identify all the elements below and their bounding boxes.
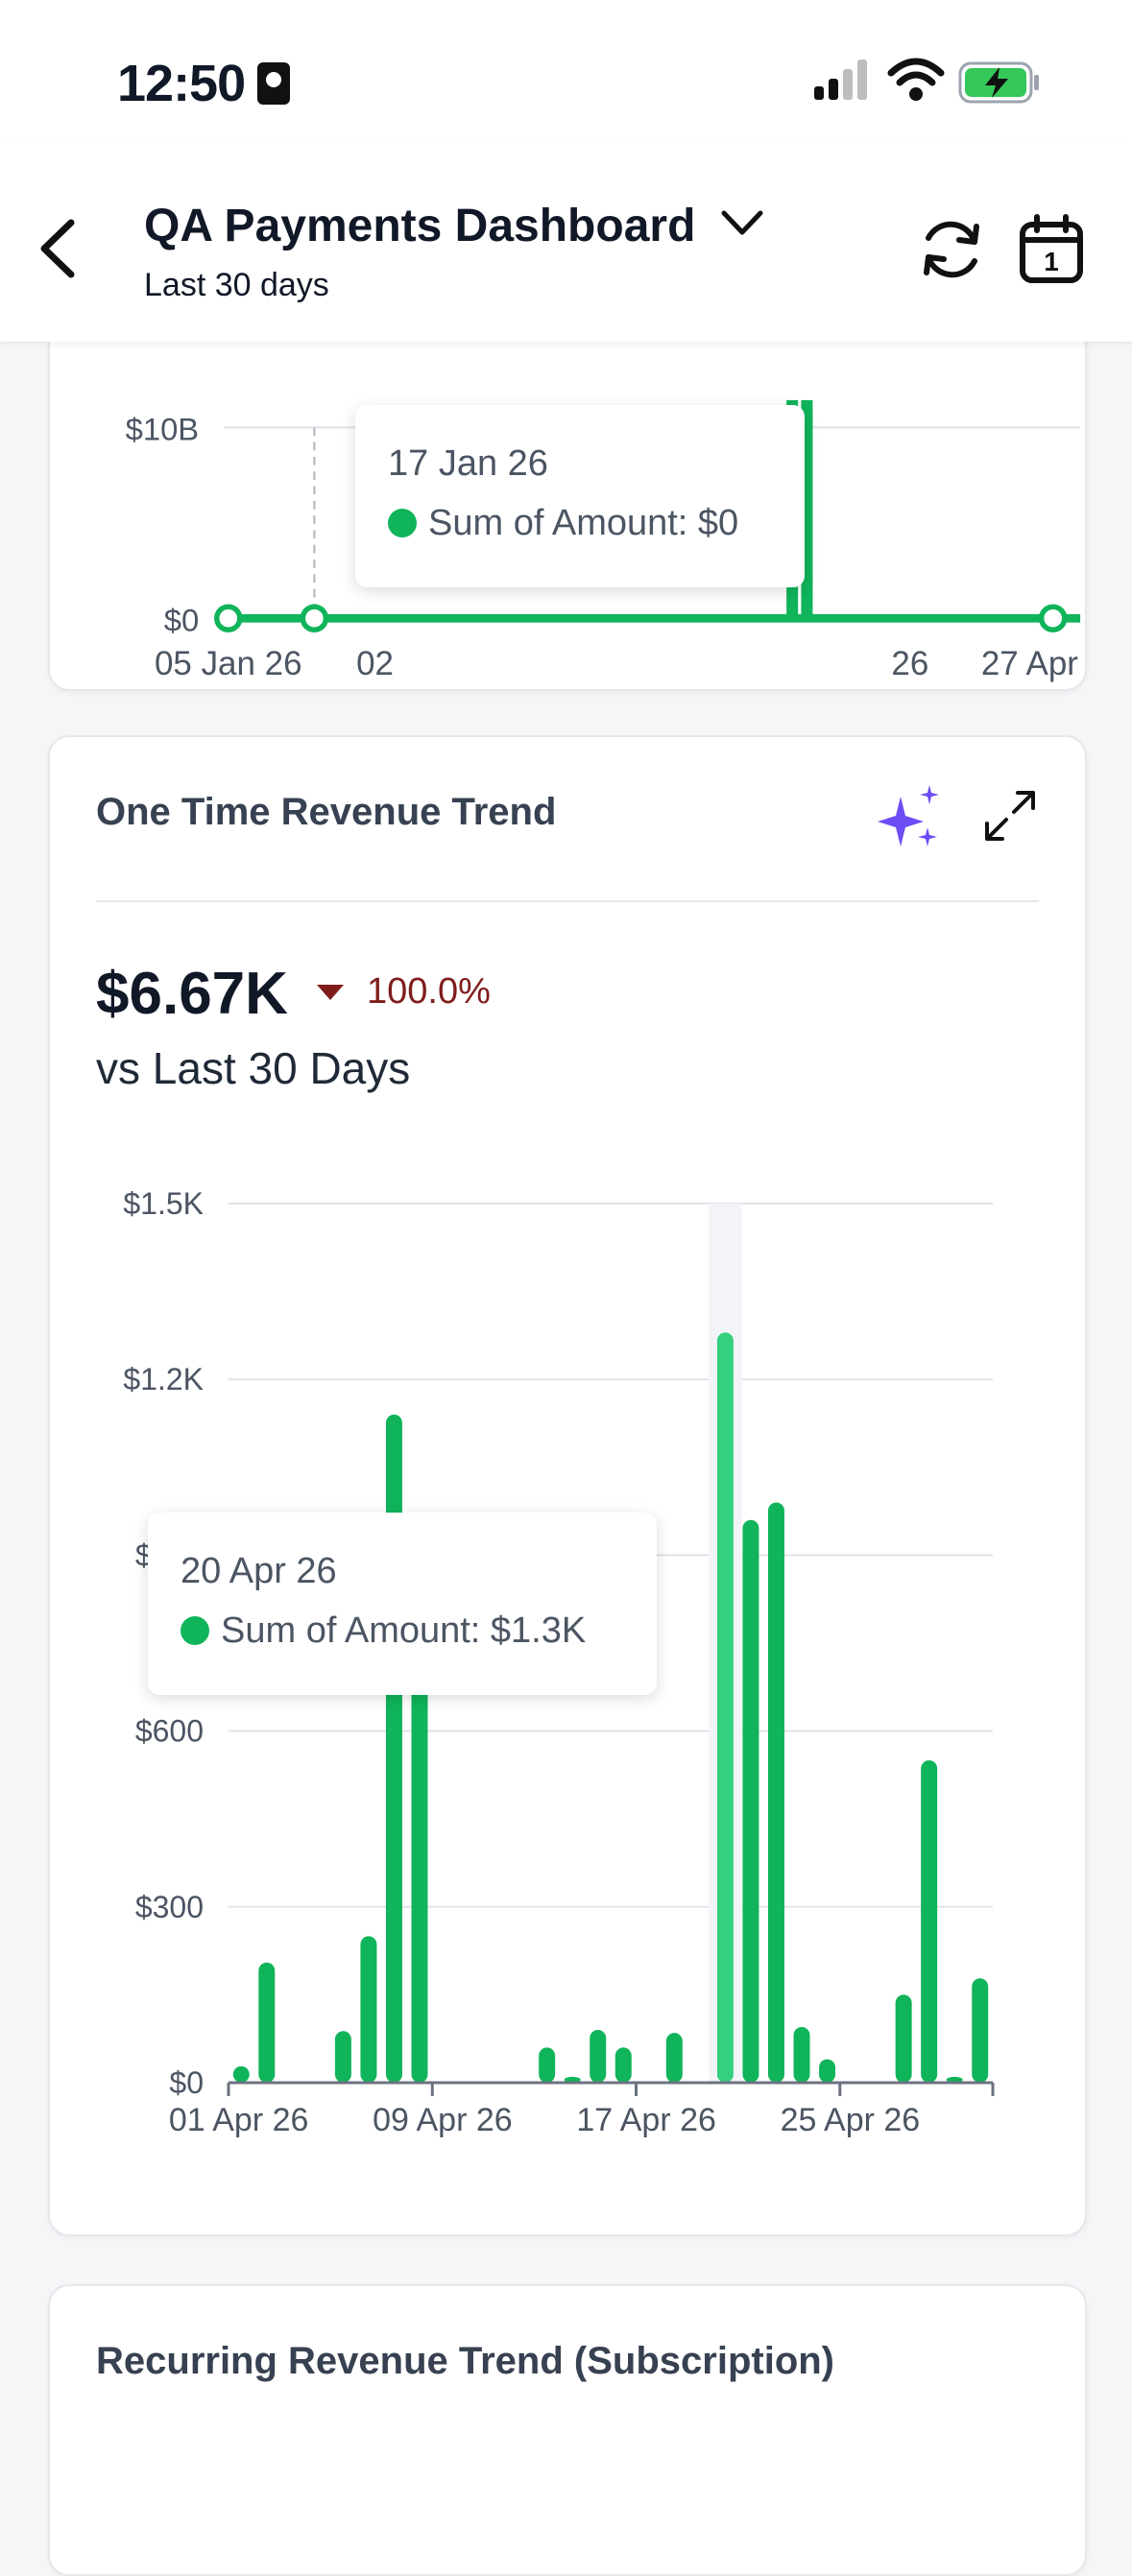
x-tick-label: 01 Apr 26 [169, 2102, 309, 2138]
refresh-icon[interactable] [917, 215, 986, 284]
chart-bar[interactable] [716, 1332, 734, 2083]
chart-bar[interactable] [614, 2047, 632, 2083]
chart-bar[interactable] [767, 1502, 784, 2083]
y-tick-label: $10B [126, 411, 200, 446]
recurring-revenue-card: Recurring Revenue Trend (Subscription) [48, 2284, 1087, 2576]
chart-bar[interactable] [360, 1936, 377, 2083]
chart-point[interactable] [300, 604, 329, 632]
y-tick-label: $1.2K [123, 1362, 204, 1396]
card-title: Recurring Revenue Trend (Subscription) [96, 2340, 835, 2382]
chart-bar[interactable] [590, 2030, 607, 2083]
one-time-revenue-card: One Time Revenue Trend $6.67K 100.0% vs … [48, 735, 1087, 2236]
y-tick-label: $1.5K [123, 1186, 204, 1221]
svg-text:1: 1 [1044, 247, 1059, 276]
chart-bar[interactable] [793, 2026, 810, 2083]
chart-bar[interactable] [232, 2065, 250, 2083]
battery-charging-icon [958, 61, 1039, 104]
x-tick-label: 02 [356, 645, 394, 682]
tooltip-value-text: Sum of Amount: $0 [428, 503, 739, 543]
chart-bar[interactable] [895, 1994, 912, 2083]
sim-icon [257, 62, 290, 105]
wifi-icon [887, 58, 945, 101]
tooltip-value: Sum of Amount: $1.3K [181, 1610, 586, 1652]
y-tick-label: $300 [135, 1890, 204, 1924]
chart-bar[interactable] [819, 2059, 836, 2083]
x-tick-label: 27 Apr 26 [981, 645, 1087, 682]
chart-bar[interactable] [972, 1978, 989, 2083]
dashboard-title[interactable]: QA Payments Dashboard [144, 200, 695, 252]
cellular-signal-icon [814, 60, 867, 100]
y-tick-label: $600 [135, 1714, 204, 1749]
tooltip-value-text: Sum of Amount: $1.3K [221, 1610, 587, 1651]
status-time: 12:50 [117, 55, 246, 112]
chart-tooltip: 20 Apr 26 Sum of Amount: $1.3K [148, 1513, 657, 1695]
date-range-label: Last 30 days [144, 267, 329, 303]
chart-bar[interactable] [921, 1760, 938, 2083]
x-tick-label: 09 Apr 26 [373, 2102, 513, 2138]
calendar-icon[interactable]: 1 [1018, 213, 1085, 286]
tooltip-value: Sum of Amount: $0 [388, 503, 738, 544]
tooltip-date: 20 Apr 26 [181, 1551, 337, 1591]
series-dot [388, 509, 417, 537]
tooltip-date: 17 Jan 26 [388, 443, 548, 484]
chart-point[interactable] [1038, 604, 1068, 632]
chevron-down-icon[interactable] [720, 207, 764, 240]
chart-bar[interactable] [334, 2031, 351, 2083]
chart-bar[interactable] [742, 1519, 759, 2083]
chart-bar[interactable] [539, 2047, 556, 2083]
x-tick-label: 26 [891, 645, 928, 682]
y-tick-label: $0 [164, 602, 199, 637]
chart-point[interactable] [214, 604, 243, 632]
series-dot [181, 1616, 209, 1645]
x-tick-label: 05 Jan 26 [155, 645, 302, 682]
status-bar: 12:50 [0, 0, 1132, 144]
app-header: QA Payments Dashboard Last 30 days 1 [0, 144, 1132, 342]
y-tick-label: $0 [169, 2065, 204, 2100]
one-time-revenue-chart: $0$300$600$900$1.2K$1.5K01 Apr 2609 Apr … [123, 1186, 995, 2138]
chart-tooltip: 17 Jan 26 Sum of Amount: $0 [355, 405, 805, 587]
x-tick-label: 25 Apr 26 [781, 2102, 921, 2138]
chart-bar[interactable] [258, 1962, 276, 2083]
x-tick-label: 17 Apr 26 [576, 2102, 716, 2138]
chart-bar[interactable] [665, 2033, 683, 2083]
back-arrow-icon[interactable] [35, 217, 83, 280]
